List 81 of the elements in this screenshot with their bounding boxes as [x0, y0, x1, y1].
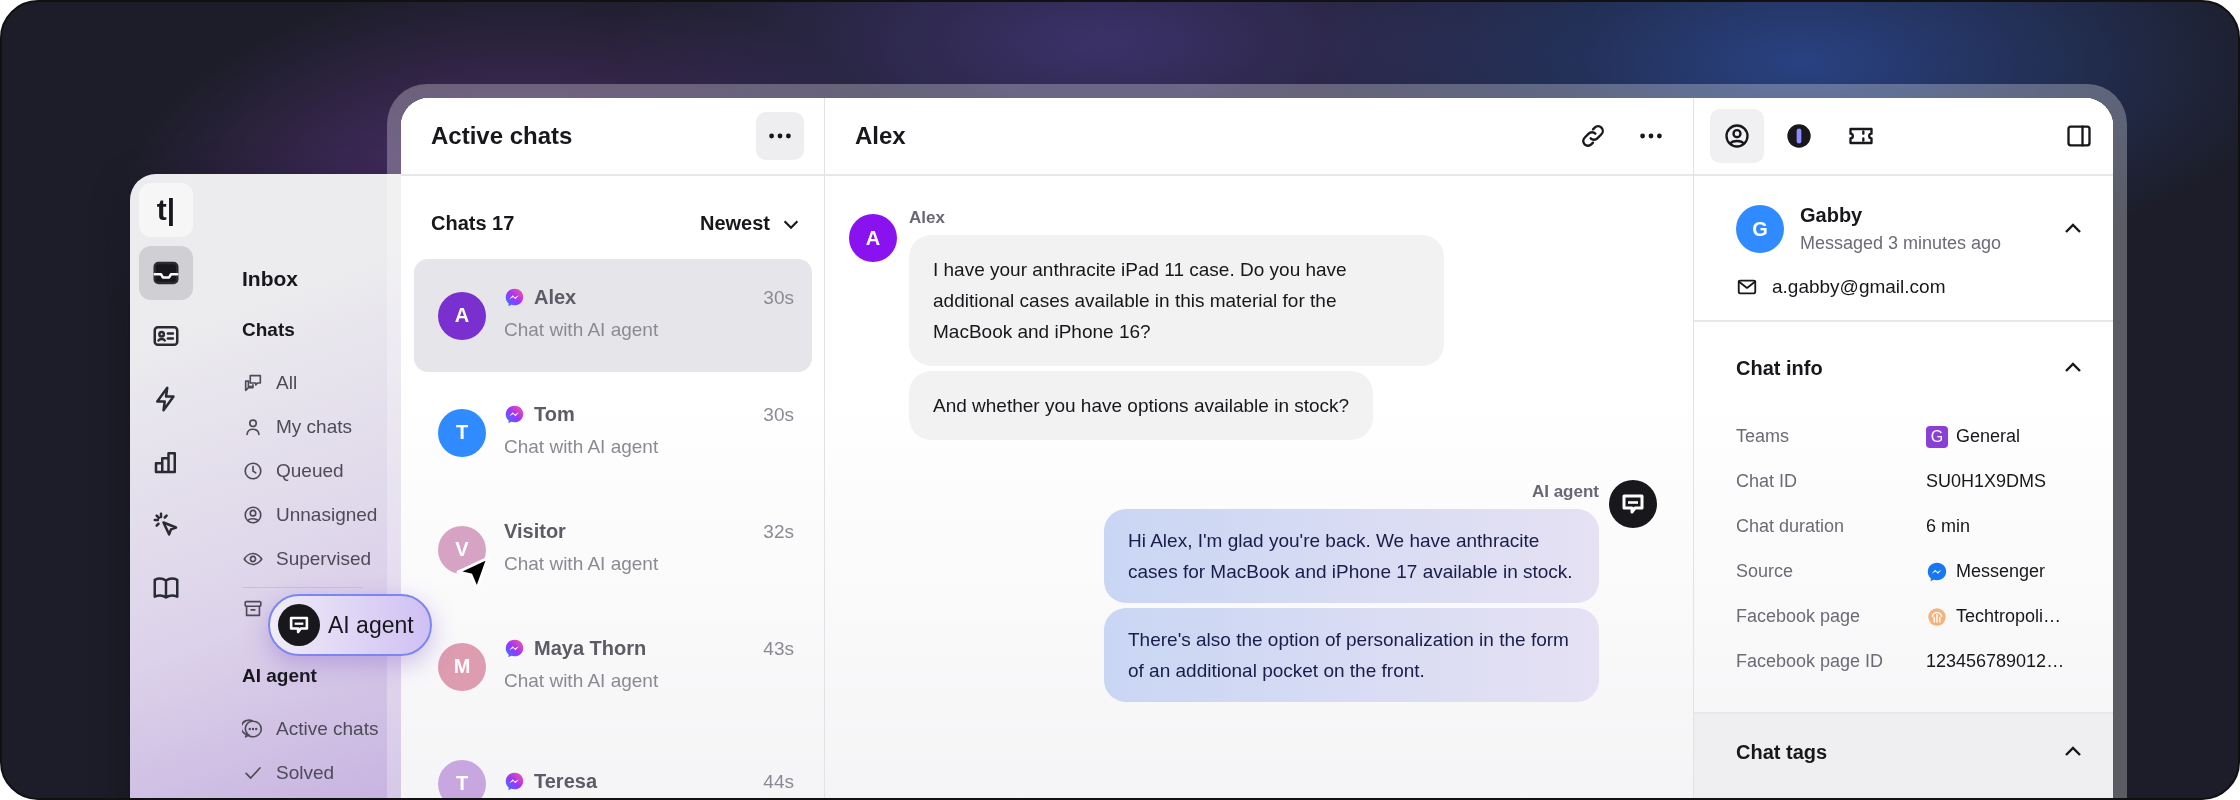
more-button[interactable] — [756, 112, 804, 160]
chats-icon — [242, 372, 264, 394]
avatar: A — [849, 214, 897, 262]
more-icon — [768, 133, 792, 139]
sender-name: Alex — [909, 208, 945, 228]
nav-item[interactable]: Solved — [242, 751, 335, 795]
info-label: Facebook page ID — [1736, 651, 1885, 672]
person-circle-icon — [242, 504, 264, 526]
info-label: Chat ID — [1736, 471, 1799, 492]
nav-item[interactable]: My chats — [242, 405, 353, 449]
capsule-icon — [1785, 122, 1813, 150]
info-value: Techtropoli… — [1956, 606, 2062, 627]
last-message-time: Messaged 3 minutes ago — [1800, 233, 2003, 254]
avatar: T — [438, 408, 486, 457]
avatar: V — [438, 525, 486, 574]
info-value: Messenger — [1956, 561, 2046, 582]
message-bubble: And whether you have options available in stock? — [909, 371, 1374, 440]
person-circle-icon — [1723, 122, 1751, 150]
nav-item[interactable]: Active chats — [242, 707, 379, 751]
chat-count: Chats 17 — [431, 212, 515, 235]
contact-tab[interactable] — [1710, 109, 1764, 163]
nav-item[interactable]: Queued — [242, 449, 344, 493]
nav-item[interactable]: Supervised — [242, 537, 372, 581]
chat-list-item[interactable]: T Teresa 44s — [414, 727, 812, 798]
section-heading: AI agent — [242, 664, 318, 688]
message-bubble: There's also the option of personalization in the form of an additional pocket on the front. — [1104, 608, 1599, 702]
contact-name: Gabby — [1800, 204, 1864, 227]
chat-bot-icon — [278, 604, 320, 646]
team-badge: G — [1926, 425, 1948, 448]
chat-time: 30s — [763, 286, 794, 309]
clock-icon — [242, 460, 264, 482]
contact-name: Teresa — [534, 770, 599, 793]
message-bubble: Hi Alex, I'm glad you're back. We have anthracite cases for MacBook and iPhone 17 available in stock. — [1104, 509, 1599, 603]
avatar: T — [438, 759, 486, 798]
inbox-button[interactable] — [139, 246, 193, 300]
info-value: General — [1956, 426, 2021, 447]
chip-label: AI agent — [328, 611, 414, 639]
avatar: A — [438, 291, 486, 340]
nav-item[interactable]: All — [242, 361, 298, 405]
chat-list-item[interactable]: A Alex 30s Chat with AI agent — [414, 259, 812, 372]
chat-time: 30s — [763, 403, 794, 426]
speech-bubble-icon — [242, 718, 264, 740]
sort-dropdown[interactable]: Newest — [699, 212, 802, 235]
nav-item[interactable]: Unnasigned — [242, 493, 378, 537]
conversation-title: Alex — [855, 122, 906, 150]
more-icon — [1639, 133, 1663, 139]
chat-time: 44s — [763, 770, 794, 793]
info-label: Facebook page — [1736, 606, 1862, 627]
chat-preview: Chat with AI agent — [504, 436, 660, 458]
info-label: Teams — [1736, 426, 1790, 447]
section-title: Chat info — [1736, 356, 1823, 380]
chat-time: 32s — [763, 520, 794, 543]
section-heading: Chats — [242, 318, 296, 342]
message-bubble: I have your anthracite iPad 11 case. Do you have additional cases available in this material for the MacBook and iPhone 16? — [909, 235, 1444, 366]
chat-bot-icon — [1609, 480, 1657, 528]
info-label: Chat duration — [1736, 516, 1846, 537]
sender-name: AI agent — [1531, 482, 1599, 502]
floating-label-tooltip[interactable]: AI agent — [268, 594, 432, 656]
info-value: 123456789012… — [1926, 651, 2065, 672]
panel-title: Active chats — [431, 122, 573, 150]
page-logo-icon — [1926, 605, 1948, 628]
chat-list-item[interactable]: T Tom 30s Chat with AI agent — [414, 376, 812, 489]
avatar: M — [438, 642, 486, 691]
info-value: 6 min — [1926, 516, 1970, 537]
messenger-icon — [1926, 560, 1948, 583]
contact-name: Tom — [534, 403, 576, 426]
chat-time: 43s — [763, 637, 794, 660]
chat-preview: Chat with AI agent — [504, 553, 660, 575]
section-title: Chat tags — [1736, 740, 1828, 764]
link-icon — [1579, 122, 1607, 150]
sidebar-title: Inbox — [242, 266, 299, 292]
contact-name: Visitor — [504, 520, 567, 543]
chat-preview: Chat with AI agent — [504, 319, 660, 341]
avatar: G — [1736, 205, 1784, 253]
info-label: Source — [1736, 561, 1795, 582]
logo: t| — [139, 183, 193, 237]
contact-name: Maya Thorn — [534, 637, 648, 660]
info-value: SU0H1X9DMS — [1926, 471, 2047, 492]
chat-preview: Chat with AI agent — [504, 670, 660, 692]
email-address: a.gabby@gmail.com — [1772, 276, 1946, 298]
contact-name: Alex — [534, 286, 578, 309]
